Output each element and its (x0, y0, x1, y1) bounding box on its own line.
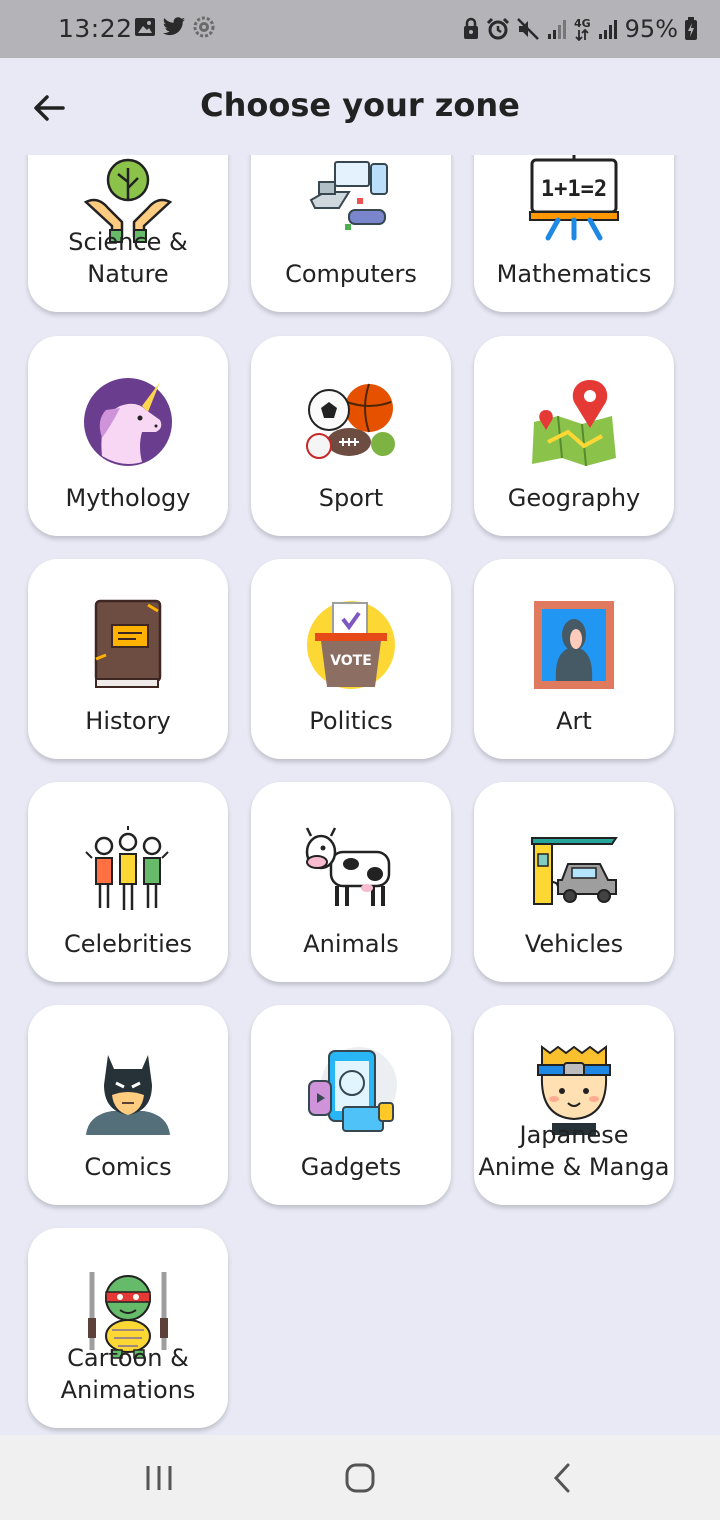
zone-label: Cartoon & Animations (60, 1344, 196, 1404)
status-time: 13:22 (58, 14, 133, 43)
app-bar: Choose your zone (0, 58, 720, 155)
zone-card-computers[interactable]: Computers (251, 155, 451, 312)
recent-apps-button[interactable] (129, 1455, 189, 1501)
bat-mask-icon (82, 1045, 174, 1137)
battery-percent: 95% (624, 15, 678, 43)
alarm-icon (486, 17, 510, 41)
zone-card-celebrities[interactable]: Celebrities (28, 782, 228, 982)
status-bar: 13:22 4G 95% (0, 0, 720, 58)
back-chevron-icon (553, 1463, 570, 1493)
zone-label: Japanese Anime & Manga (478, 1121, 670, 1181)
zone-label: Gadgets (300, 1153, 402, 1181)
zone-grid-scroll[interactable]: Science & Nature Computers 1+1=2 Mathema… (0, 155, 720, 1435)
battery-icon (684, 17, 698, 41)
ballot-box-icon: VOTE (305, 599, 397, 691)
whiteboard-text: 1+1=2 (541, 177, 607, 202)
zone-label: Politics (309, 707, 393, 735)
signal-icon (597, 18, 619, 40)
zone-label: Celebrities (63, 930, 193, 958)
zone-label: Computers (285, 260, 417, 288)
unicorn-icon (82, 376, 174, 468)
zone-card-anime-manga[interactable]: Japanese Anime & Manga (474, 1005, 674, 1205)
zone-label: Vehicles (524, 930, 624, 958)
zone-card-gadgets[interactable]: Gadgets (251, 1005, 451, 1205)
status-right-icons: 4G 95% (462, 14, 698, 44)
zone-label: Science & Nature (68, 228, 188, 288)
twitter-icon (162, 17, 186, 41)
status-left-icons (134, 15, 216, 43)
zone-card-animals[interactable]: Animals (251, 782, 451, 982)
zone-card-politics[interactable]: VOTE Politics (251, 559, 451, 759)
page-title: Choose your zone (200, 86, 520, 124)
zone-label: Sport (318, 484, 384, 512)
zone-label: Geography (507, 484, 641, 512)
zone-label: History (85, 707, 171, 735)
system-nav-bar (0, 1435, 720, 1520)
zone-card-sport[interactable]: Sport (251, 336, 451, 536)
zone-label: Art (556, 707, 592, 735)
cow-icon (305, 822, 397, 914)
zone-card-cartoon-animations[interactable]: Cartoon & Animations (28, 1228, 228, 1428)
zone-card-comics[interactable]: Comics (28, 1005, 228, 1205)
zone-card-mathematics[interactable]: 1+1=2 Mathematics (474, 155, 674, 312)
zone-card-vehicles[interactable]: Vehicles (474, 782, 674, 982)
zone-card-history[interactable]: History (28, 559, 228, 759)
zone-label: Mythology (65, 484, 191, 512)
people-icon (82, 822, 174, 914)
recent-apps-icon (146, 1466, 172, 1490)
devices-icon (305, 155, 397, 244)
signal-icon (546, 18, 568, 40)
4g-icon: 4G (574, 18, 591, 41)
zone-label: Animals (303, 930, 399, 958)
home-icon (345, 1463, 375, 1493)
zone-card-geography[interactable]: Geography (474, 336, 674, 536)
settings-badge-icon (192, 15, 216, 43)
zone-card-mythology[interactable]: Mythology (28, 336, 228, 536)
whiteboard-icon: 1+1=2 (528, 155, 620, 244)
sport-balls-icon (305, 376, 397, 468)
home-button[interactable] (330, 1455, 390, 1501)
painting-icon (528, 599, 620, 691)
zone-label: Mathematics (496, 260, 652, 288)
zone-label: Comics (84, 1153, 172, 1181)
zone-card-art[interactable]: Art (474, 559, 674, 759)
zone-card-science-nature[interactable]: Science & Nature (28, 155, 228, 312)
map-pin-icon (528, 376, 620, 468)
charging-car-icon (528, 822, 620, 914)
nav-back-button[interactable] (532, 1455, 592, 1501)
old-book-icon (82, 599, 174, 691)
mute-icon (516, 17, 540, 41)
ballot-box-text: VOTE (330, 653, 372, 669)
lock-icon (462, 17, 480, 41)
gadgets-icon (305, 1045, 397, 1137)
gallery-icon (134, 17, 156, 41)
